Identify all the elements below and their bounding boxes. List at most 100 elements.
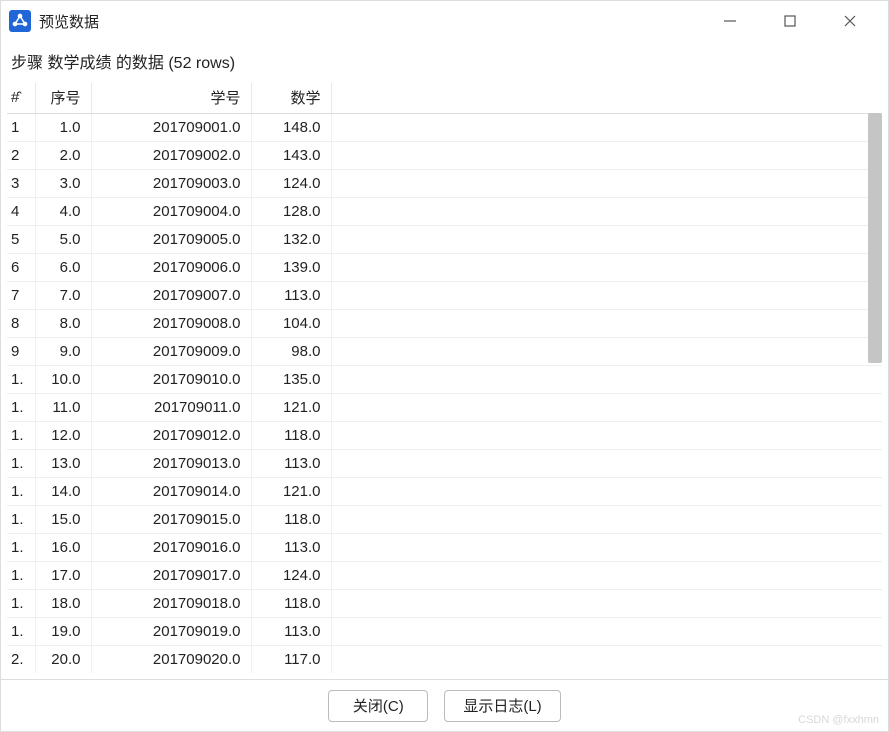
cell-index: 1. (7, 477, 35, 505)
cell-seq: 20.0 (35, 645, 91, 673)
table-row[interactable]: 1.16.0201709016.0113.0 (7, 533, 882, 561)
cell-sid: 201709009.0 (91, 337, 251, 365)
cell-empty (331, 589, 882, 617)
cell-math: 135.0 (251, 365, 331, 393)
col-header-seq[interactable]: 序号 (35, 83, 91, 113)
cell-seq: 14.0 (35, 477, 91, 505)
cell-empty (331, 365, 882, 393)
cell-index: 1. (7, 365, 35, 393)
table-row[interactable]: 1.19.0201709019.0113.0 (7, 617, 882, 645)
cell-empty (331, 113, 882, 141)
window-controls (700, 1, 880, 41)
cell-empty (331, 225, 882, 253)
cell-empty (331, 533, 882, 561)
cell-math: 113.0 (251, 617, 331, 645)
cell-index: 3 (7, 169, 35, 197)
table-row[interactable]: 1.12.0201709012.0118.0 (7, 421, 882, 449)
cell-math: 124.0 (251, 169, 331, 197)
cell-index: 2 (7, 141, 35, 169)
cell-empty (331, 309, 882, 337)
cell-sid: 201709011.0 (91, 393, 251, 421)
table-row[interactable]: 1.11.0201709011.0121.0 (7, 393, 882, 421)
cell-empty (331, 281, 882, 309)
cell-empty (331, 477, 882, 505)
cell-seq: 12.0 (35, 421, 91, 449)
table-row[interactable]: 1.18.0201709018.0118.0 (7, 589, 882, 617)
table-row[interactable]: 22.0201709002.0143.0 (7, 141, 882, 169)
cell-index: 1. (7, 617, 35, 645)
cell-math: 143.0 (251, 141, 331, 169)
table-header-row: #̂ 序号 学号 数学 (7, 83, 882, 113)
cell-seq: 17.0 (35, 561, 91, 589)
table-row[interactable]: 11.0201709001.0148.0 (7, 113, 882, 141)
cell-empty (331, 253, 882, 281)
cell-seq: 5.0 (35, 225, 91, 253)
close-window-button[interactable] (820, 1, 880, 41)
cell-index: 1. (7, 505, 35, 533)
cell-index: 1. (7, 533, 35, 561)
cell-seq: 1.0 (35, 113, 91, 141)
cell-index: 6 (7, 253, 35, 281)
app-icon (9, 10, 31, 32)
cell-seq: 10.0 (35, 365, 91, 393)
table-row[interactable]: 44.0201709004.0128.0 (7, 197, 882, 225)
table-row[interactable]: 33.0201709003.0124.0 (7, 169, 882, 197)
cell-math: 118.0 (251, 505, 331, 533)
col-header-index[interactable]: #̂ (7, 83, 35, 113)
table-row[interactable]: 1.15.0201709015.0118.0 (7, 505, 882, 533)
table-row[interactable]: 99.0201709009.098.0 (7, 337, 882, 365)
cell-empty (331, 421, 882, 449)
cell-index: 1 (7, 113, 35, 141)
cell-sid: 201709004.0 (91, 197, 251, 225)
cell-seq: 2.0 (35, 141, 91, 169)
cell-seq: 13.0 (35, 449, 91, 477)
cell-seq: 4.0 (35, 197, 91, 225)
cell-sid: 201709008.0 (91, 309, 251, 337)
table-row[interactable]: 1.10.0201709010.0135.0 (7, 365, 882, 393)
cell-math: 117.0 (251, 645, 331, 673)
show-log-button[interactable]: 显示日志(L) (444, 690, 560, 722)
cell-empty (331, 197, 882, 225)
cell-sid: 201709001.0 (91, 113, 251, 141)
cell-sid: 201709017.0 (91, 561, 251, 589)
data-subtitle: 步骤 数学成绩 的数据 (52 rows) (7, 43, 882, 83)
table-row[interactable]: 66.0201709006.0139.0 (7, 253, 882, 281)
cell-empty (331, 169, 882, 197)
close-button[interactable]: 关闭(C) (328, 690, 428, 722)
cell-empty (331, 337, 882, 365)
cell-index: 5 (7, 225, 35, 253)
cell-index: 7 (7, 281, 35, 309)
cell-math: 121.0 (251, 393, 331, 421)
col-header-math[interactable]: 数学 (251, 83, 331, 113)
cell-seq: 6.0 (35, 253, 91, 281)
cell-math: 124.0 (251, 561, 331, 589)
cell-seq: 3.0 (35, 169, 91, 197)
cell-math: 113.0 (251, 449, 331, 477)
window-title: 预览数据 (39, 11, 700, 32)
cell-seq: 18.0 (35, 589, 91, 617)
cell-seq: 16.0 (35, 533, 91, 561)
minimize-button[interactable] (700, 1, 760, 41)
table-row[interactable]: 1.13.0201709013.0113.0 (7, 449, 882, 477)
table-row[interactable]: 55.0201709005.0132.0 (7, 225, 882, 253)
table-container: #̂ 序号 学号 数学 11.0201709001.0148.022.02017… (7, 83, 882, 673)
table-row[interactable]: 2.20.0201709020.0117.0 (7, 645, 882, 673)
table-row[interactable]: 1.14.0201709014.0121.0 (7, 477, 882, 505)
cell-math: 139.0 (251, 253, 331, 281)
table-body: 11.0201709001.0148.022.0201709002.0143.0… (7, 113, 882, 673)
table-row[interactable]: 1.17.0201709017.0124.0 (7, 561, 882, 589)
cell-index: 2. (7, 645, 35, 673)
cell-sid: 201709018.0 (91, 589, 251, 617)
maximize-button[interactable] (760, 1, 820, 41)
titlebar: 预览数据 (1, 1, 888, 41)
cell-sid: 201709013.0 (91, 449, 251, 477)
table-row[interactable]: 77.0201709007.0113.0 (7, 281, 882, 309)
table-row[interactable]: 88.0201709008.0104.0 (7, 309, 882, 337)
cell-index: 1. (7, 421, 35, 449)
cell-sid: 201709007.0 (91, 281, 251, 309)
cell-sid: 201709010.0 (91, 365, 251, 393)
cell-math: 148.0 (251, 113, 331, 141)
col-header-sid[interactable]: 学号 (91, 83, 251, 113)
cell-sid: 201709002.0 (91, 141, 251, 169)
vertical-scrollbar[interactable] (868, 113, 882, 363)
